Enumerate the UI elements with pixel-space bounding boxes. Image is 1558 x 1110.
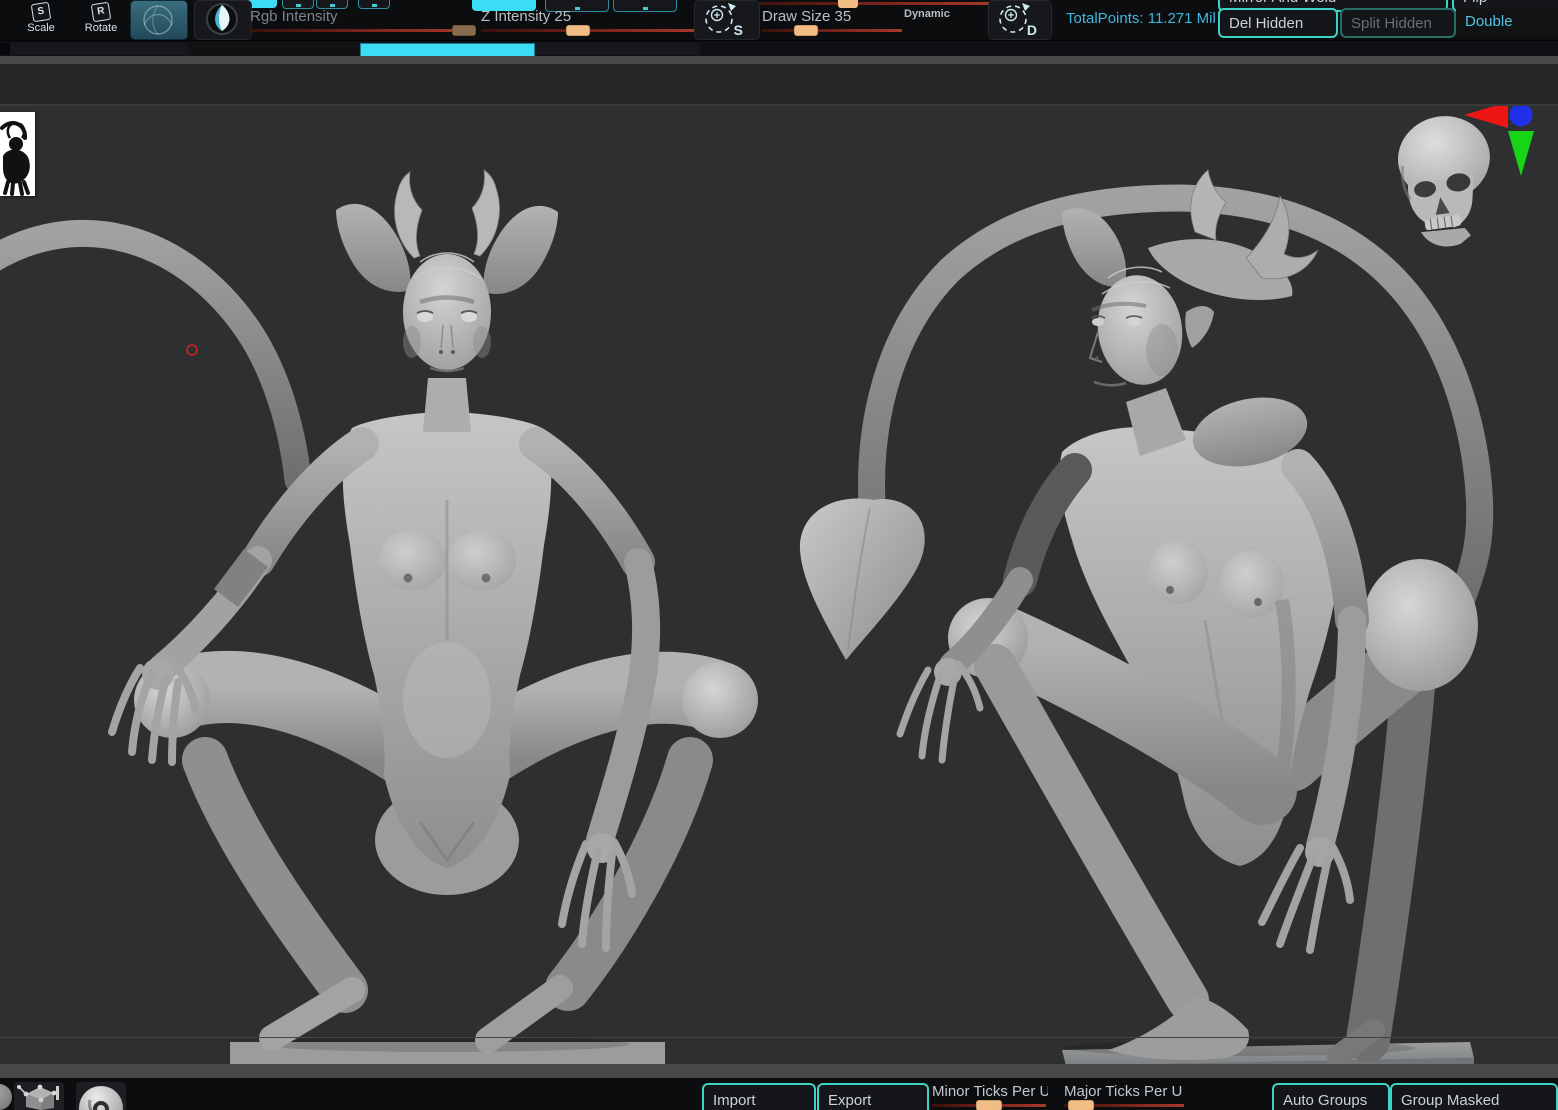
right-figure [900, 170, 1478, 1060]
clipped-tool-icon[interactable] [0, 1084, 12, 1110]
polymesh-cube-tool-button[interactable] [14, 1082, 64, 1110]
scale-icon: S [31, 2, 52, 23]
import-button[interactable]: Import [702, 1083, 816, 1110]
export-button[interactable]: Export [817, 1083, 929, 1110]
sculpt-canvas-svg [0, 106, 1558, 1064]
pedestal-left [230, 1036, 665, 1064]
mirror-and-weld-label: Mirror And Weld [1229, 0, 1336, 6]
divider [0, 1064, 1558, 1078]
current-brush-button[interactable] [130, 0, 188, 40]
dynamic-label: Dynamic [904, 8, 950, 20]
focal-d-letter: D [1027, 22, 1037, 38]
sphere-tool-button[interactable] [76, 1082, 126, 1110]
skull-preview [1393, 110, 1502, 252]
axis-y-arrow[interactable] [1508, 131, 1534, 176]
empty-shelf [0, 64, 1558, 104]
floor-grid-line [0, 1037, 1558, 1038]
auto-groups-label: Auto Groups [1283, 1092, 1367, 1109]
tool-thumbnail[interactable] [0, 112, 35, 196]
focal-s-letter: S [734, 22, 743, 38]
tail-spade [800, 498, 925, 660]
rgb-intensity-label: Rgb Intensity [250, 8, 338, 25]
double-label: Double [1465, 13, 1513, 30]
drop-stroke-icon [195, 1, 249, 37]
total-points-readout: TotalPoints: 11.271 Mil [1066, 10, 1216, 27]
focal-shift-d-icon [989, 1, 1049, 37]
zbrush-window: S Scale R Rotate Rgb Intensity [0, 0, 1558, 1110]
z-intensity-slider[interactable] [481, 29, 703, 32]
focal-shift-s-button[interactable]: S [694, 0, 760, 40]
flip-label: Flip [1463, 0, 1487, 6]
clipped-slider-track[interactable] [742, 2, 998, 5]
divider [0, 56, 1558, 64]
group-masked-button[interactable]: Group Masked [1390, 1083, 1558, 1110]
brush-cursor [187, 345, 197, 355]
z-intensity-label: Z Intensity 25 [481, 8, 571, 25]
del-hidden-button[interactable]: Del Hidden [1218, 8, 1338, 38]
auto-groups-button[interactable]: Auto Groups [1272, 1083, 1390, 1110]
group-masked-label: Group Masked [1401, 1092, 1499, 1109]
double-button[interactable]: Double [1456, 8, 1558, 36]
draw-size-handle[interactable] [794, 25, 818, 36]
split-hidden-button[interactable]: Split Hidden [1340, 8, 1456, 38]
rotate-button[interactable]: R Rotate [74, 1, 128, 34]
scale-button[interactable]: S Scale [14, 1, 68, 34]
sphere-brush-icon [131, 1, 185, 37]
clipped-button[interactable] [613, 0, 677, 12]
del-hidden-label: Del Hidden [1229, 15, 1303, 32]
clipped-button[interactable] [358, 0, 390, 9]
focal-shift-d-button[interactable]: D [988, 0, 1052, 40]
focal-shift-s-icon [695, 1, 757, 37]
scale-label: Scale [14, 22, 68, 34]
export-label: Export [828, 1092, 871, 1109]
stroke-preview-button[interactable] [194, 0, 252, 40]
tool-thumbnail-silhouette [0, 112, 35, 196]
bottom-shelf-toolbar: Import Export Minor Ticks Per U Major Ti… [0, 1078, 1558, 1110]
import-label: Import [713, 1092, 756, 1109]
major-ticks-label: Major Ticks Per U [1064, 1083, 1186, 1100]
sculpt-viewport[interactable] [0, 106, 1558, 1064]
left-figure-tail [0, 233, 298, 480]
shelf-scroll-strip [0, 40, 1558, 57]
rotate-icon: R [91, 2, 112, 23]
rotate-label: Rotate [74, 22, 128, 34]
minor-ticks-handle[interactable] [976, 1100, 1002, 1110]
draw-size-slider[interactable] [762, 29, 902, 32]
shelf-scrollbar-thumb[interactable] [360, 43, 535, 57]
minor-ticks-label: Minor Ticks Per U [932, 1083, 1048, 1100]
clipped-slider-handle[interactable] [838, 0, 858, 8]
top-shelf-toolbar: S Scale R Rotate Rgb Intensity [0, 0, 1558, 40]
axis-z-dot[interactable] [1510, 106, 1533, 127]
split-hidden-label: Split Hidden [1351, 15, 1432, 32]
z-intensity-handle[interactable] [566, 25, 590, 36]
major-ticks-handle[interactable] [1068, 1100, 1094, 1110]
rgb-intensity-handle[interactable] [452, 25, 476, 36]
draw-size-label: Draw Size 35 [762, 8, 851, 25]
polymesh-cube-icon [14, 1082, 64, 1110]
sphere-tool-icon [76, 1082, 126, 1110]
rgb-intensity-slider[interactable] [250, 29, 468, 32]
